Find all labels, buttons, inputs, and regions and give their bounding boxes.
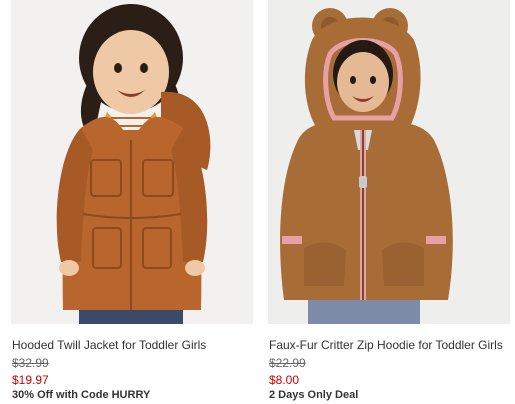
product-image[interactable] (11, 0, 253, 324)
promo-text: 30% Off with Code HURRY (12, 389, 151, 401)
sale-price: $8.00 (269, 373, 300, 387)
sale-price: $19.97 (12, 373, 49, 387)
product-photo-jacket (11, 0, 253, 324)
product-name[interactable]: Hooded Twill Jacket for Toddler Girls (12, 338, 206, 352)
product-image[interactable] (268, 0, 510, 324)
product-name[interactable]: Faux-Fur Critter Zip Hoodie for Toddler … (269, 338, 503, 352)
regular-price: $32.99 (12, 356, 49, 370)
product-photo-hoodie (268, 0, 510, 324)
promo-text: 2 Days Only Deal (269, 389, 359, 401)
regular-price: $22.99 (269, 356, 306, 370)
product-card[interactable]: Hooded Twill Jacket for Toddler Girls $3… (11, 0, 253, 404)
product-card[interactable]: Faux-Fur Critter Zip Hoodie for Toddler … (268, 0, 510, 404)
